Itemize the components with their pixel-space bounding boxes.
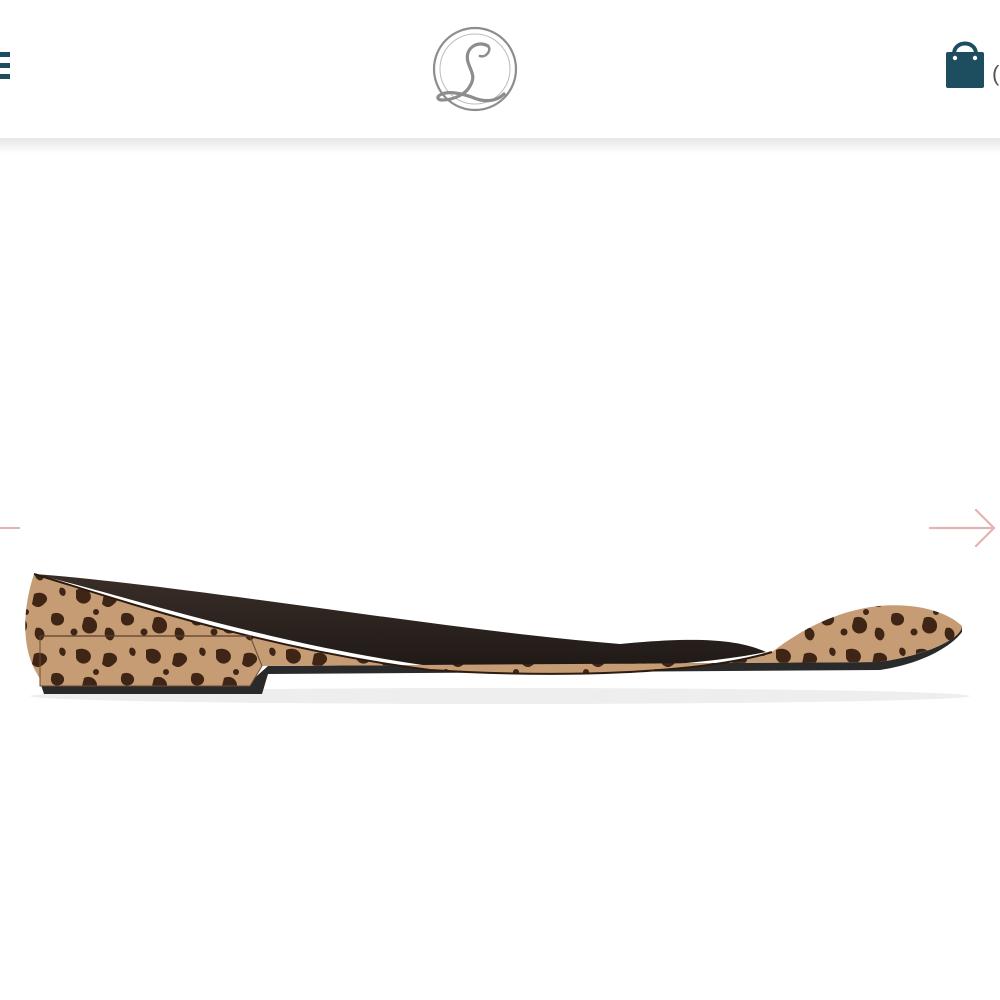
arrow-right-icon[interactable]	[926, 506, 1000, 550]
cart-button[interactable]: (	[938, 36, 1000, 96]
product-image	[25, 573, 970, 704]
shopping-bag-icon	[946, 41, 984, 88]
product-image-carousel	[0, 154, 1000, 1000]
cart-count: (	[992, 61, 1000, 86]
product-page: (	[0, 0, 1000, 1000]
hamburger-menu-icon[interactable]	[0, 46, 12, 86]
header-divider	[0, 138, 1000, 154]
site-header: (	[0, 0, 1000, 138]
brand-logo-icon[interactable]	[430, 24, 520, 114]
